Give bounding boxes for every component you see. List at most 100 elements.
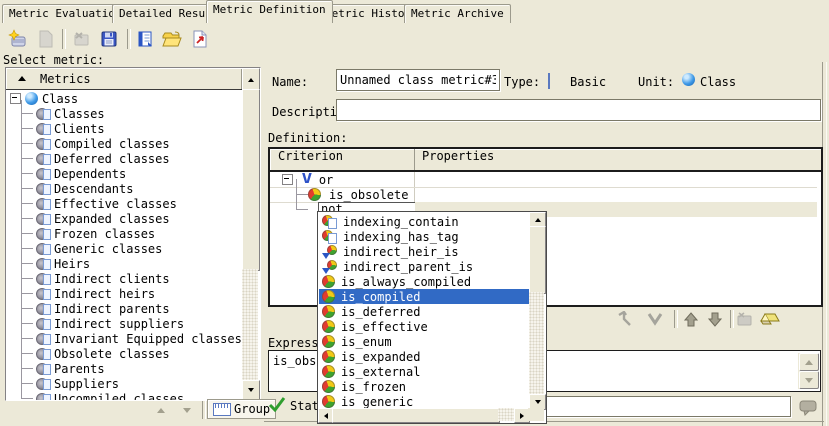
metric-icon xyxy=(36,302,51,315)
save-metric-icon xyxy=(99,29,119,49)
criterion-toolbar xyxy=(600,308,820,330)
tree-item[interactable]: Frozen classes xyxy=(6,226,238,241)
dropdown-item[interactable]: is_external xyxy=(319,364,531,379)
tree-item[interactable]: Deferred classes xyxy=(6,151,238,166)
dropdown-item[interactable]: is_frozen xyxy=(319,379,531,394)
export-metrics-icon xyxy=(190,29,210,49)
dropdown-hscrollbar-thumb[interactable] xyxy=(332,408,500,423)
tree-item[interactable]: Uncompiled classes xyxy=(6,391,238,401)
dropdown-item[interactable]: indexing_contain xyxy=(319,214,531,229)
import-metrics-button[interactable] xyxy=(133,27,157,51)
dropdown-item[interactable]: is_always_compiled xyxy=(319,274,531,289)
class-unit-icon xyxy=(682,73,695,86)
expression-scroll-down-button[interactable] xyxy=(799,371,819,389)
tree-item[interactable]: Expanded classes xyxy=(6,211,238,226)
tree-item[interactable]: Indirect clients xyxy=(6,271,238,286)
name-input[interactable] xyxy=(336,69,500,91)
comment-button[interactable] xyxy=(796,396,820,418)
dropdown-item[interactable]: is_expanded xyxy=(319,349,531,364)
tree-root-class[interactable]: Class xyxy=(6,91,238,106)
tree-item[interactable]: Generic classes xyxy=(6,241,238,256)
type-label: Type: xyxy=(504,75,540,89)
tree-item[interactable]: Invariant Equipped classes xyxy=(6,331,238,346)
dropdown-item[interactable]: indirect_heir_is xyxy=(319,244,531,259)
arrow-up-icon xyxy=(535,218,541,222)
tree-scroll-up-button[interactable] xyxy=(242,68,260,91)
collapse-icon[interactable] xyxy=(282,174,293,185)
move-criterion-down-icon xyxy=(708,312,722,327)
dropdown-hscrollbar-track[interactable] xyxy=(498,408,514,421)
dropdown-scrollbar-thumb[interactable] xyxy=(529,226,546,294)
arrow-up-icon xyxy=(157,408,165,413)
demote-criterion-icon xyxy=(646,311,664,327)
move-metric-up-button[interactable] xyxy=(150,400,172,420)
move-criterion-up-icon xyxy=(684,312,698,327)
tree-item[interactable]: Heirs xyxy=(6,256,238,271)
group-toggle-button[interactable]: Group xyxy=(207,399,276,419)
green-check-icon xyxy=(268,396,286,412)
tree-item[interactable]: Indirect suppliers xyxy=(6,316,238,331)
export-metrics-button[interactable] xyxy=(188,27,212,51)
metric-icon xyxy=(36,377,51,390)
collapse-icon[interactable] xyxy=(10,93,21,104)
tree-item[interactable]: Descendants xyxy=(6,181,238,196)
expression-scroll-up-button[interactable] xyxy=(799,353,819,371)
dropdown-item[interactable]: is_effective xyxy=(319,319,531,334)
dropdown-item[interactable]: indirect_parent_is xyxy=(319,259,531,274)
metric-icon xyxy=(36,122,51,135)
scrollbar-corner xyxy=(528,408,544,421)
criterion-column-header[interactable]: Criterion xyxy=(278,149,343,163)
tree-item[interactable]: Dependents xyxy=(6,166,238,181)
comment-bubble-icon xyxy=(799,399,817,416)
tree-item[interactable]: Classes xyxy=(6,106,238,121)
tree-item[interactable]: Parents xyxy=(6,361,238,376)
erase-criterion-button[interactable] xyxy=(758,308,782,330)
dropdown-item[interactable]: is_deferred xyxy=(319,304,531,319)
save-metric-button[interactable] xyxy=(97,27,121,51)
tree-scroll-down-button[interactable] xyxy=(242,380,260,400)
delete-metric-button[interactable] xyxy=(70,27,94,51)
move-metric-down-button[interactable] xyxy=(176,400,198,420)
tree-item[interactable]: Effective classes xyxy=(6,196,238,211)
tree-item[interactable]: Clients xyxy=(6,121,238,136)
promote-criterion-button[interactable] xyxy=(614,308,636,330)
arrow-right-icon xyxy=(520,413,524,419)
dropdown-item-selected[interactable]: is_compiled xyxy=(319,289,531,304)
open-metric-file-button[interactable] xyxy=(160,27,184,51)
dropdown-scrollbar-track[interactable] xyxy=(529,292,544,394)
tree-scrollbar-thumb[interactable] xyxy=(242,89,260,271)
metric-tree-header-label: Metrics xyxy=(40,72,91,86)
metric-icon xyxy=(36,227,51,240)
move-criterion-down-button[interactable] xyxy=(704,308,726,330)
tree-scrollbar-track[interactable] xyxy=(242,269,258,380)
tree-item[interactable]: Indirect parents xyxy=(6,301,238,316)
description-input[interactable] xyxy=(336,99,821,121)
arrow-down-icon xyxy=(805,378,813,383)
duplicate-metric-button[interactable] xyxy=(33,27,57,51)
delete-criterion-button[interactable] xyxy=(734,308,756,330)
criterion-pie-icon xyxy=(322,275,335,288)
tab-metric-evaluation[interactable]: Metric Evaluation xyxy=(2,4,129,23)
demote-criterion-button[interactable] xyxy=(644,308,666,330)
dropdown-item[interactable]: is_generic xyxy=(319,394,531,409)
dropdown-item[interactable]: indexing_has_tag xyxy=(319,229,531,244)
tab-metric-archive[interactable]: Metric Archive xyxy=(404,4,511,23)
ruler-icon xyxy=(213,403,231,416)
criterion-pie-icon xyxy=(322,305,335,318)
criterion-row-or[interactable]: V or xyxy=(270,172,817,188)
tree-item[interactable]: Indirect heirs xyxy=(6,286,238,301)
tree-item[interactable]: Suppliers xyxy=(6,376,238,391)
criterion-pie-icon xyxy=(322,320,335,333)
metric-tree-header[interactable]: Metrics xyxy=(6,68,242,90)
dropdown-item[interactable]: is_enum xyxy=(319,334,531,349)
move-criterion-up-button[interactable] xyxy=(680,308,702,330)
criterion-pie-icon xyxy=(322,380,335,393)
tab-metric-definition[interactable]: Metric Definition xyxy=(206,0,333,23)
properties-column-header[interactable]: Properties xyxy=(422,149,494,163)
metric-icon xyxy=(36,287,51,300)
tree-item[interactable]: Compiled classes xyxy=(6,136,238,151)
new-metric-button[interactable] xyxy=(6,27,30,51)
tree-item[interactable]: Obsolete classes xyxy=(6,346,238,361)
metric-icon xyxy=(36,137,51,150)
criterion-row-is-obsolete[interactable]: is_obsolete xyxy=(270,187,817,203)
